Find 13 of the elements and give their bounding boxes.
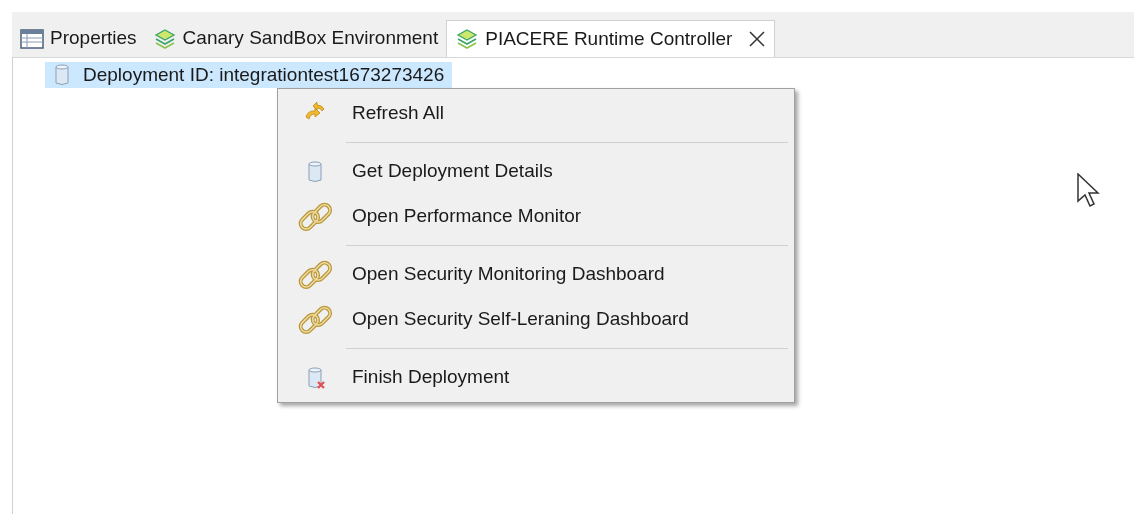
close-icon[interactable]	[748, 30, 767, 48]
menu-item[interactable]: Open Security Monitoring Dashboard	[278, 252, 794, 297]
menu-item[interactable]: Finish Deployment	[278, 355, 794, 400]
menu-item[interactable]: Get Deployment Details	[278, 149, 794, 194]
tree-item[interactable]: Deployment ID: integrationtest1673273426	[45, 62, 453, 88]
menu-item[interactable]: Open Performance Monitor	[278, 194, 794, 239]
mouse-pointer-icon	[1077, 173, 1101, 209]
tab[interactable]: Properties	[12, 20, 145, 57]
table-icon	[20, 28, 44, 49]
menu-item[interactable]: Refresh All	[278, 91, 794, 136]
tab[interactable]: PIACERE Runtime Controller	[446, 20, 776, 57]
tab[interactable]: Canary SandBox Environment	[144, 20, 447, 57]
menu-item[interactable]: Open Security Self-Leraning Dashboard	[278, 297, 794, 342]
